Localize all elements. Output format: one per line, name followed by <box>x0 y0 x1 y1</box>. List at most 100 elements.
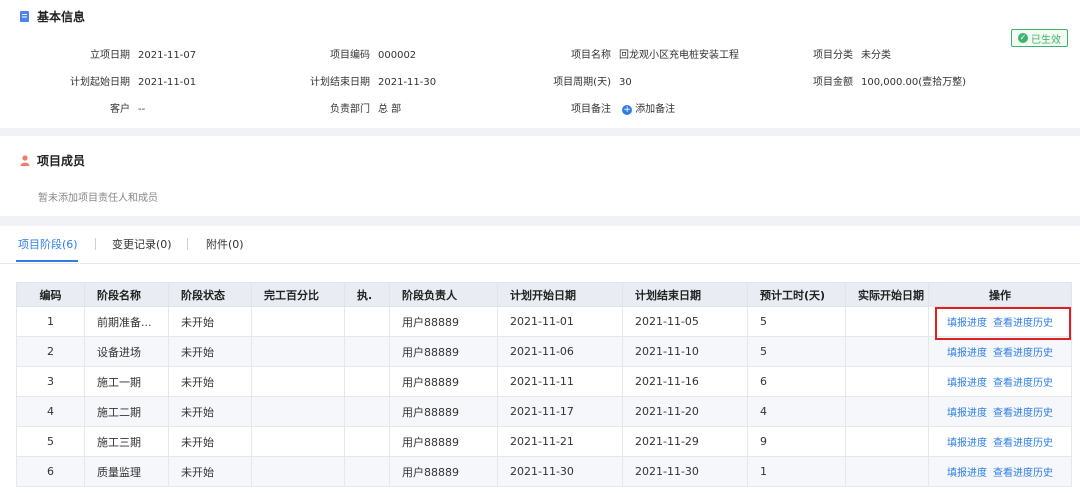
col-header-code: 编码 <box>16 282 85 307</box>
cell-exec <box>344 366 390 397</box>
tab-attachments[interactable]: 附件(0) <box>206 236 244 252</box>
cell-stage-name: 施工二期 <box>84 396 169 427</box>
report-progress-link[interactable]: 填报进度 <box>947 408 987 419</box>
status-badge-text: 已生效 <box>1031 34 1061 46</box>
col-header-stage-status: 阶段状态 <box>168 282 252 307</box>
members-section: 项目成员 暂未添加项目责任人和成员 <box>0 136 1080 216</box>
table-row: 2 设备进场 未开始 用户88889 2021-11-06 2021-11-10 5 填报进度… <box>16 336 1072 367</box>
cell-owner: 用户88889 <box>389 456 498 487</box>
customer-label: 客户 <box>110 104 130 115</box>
cell-completion <box>251 366 345 397</box>
category-label: 项目分类 <box>813 50 853 61</box>
report-progress-link[interactable]: 填报进度 <box>947 378 987 389</box>
category-value: 未分类 <box>861 50 891 61</box>
cell-actual-start <box>845 396 929 427</box>
name-value: 回龙观小区充电桩安装工程 <box>619 50 739 61</box>
col-header-actions: 操作 <box>928 282 1072 307</box>
cell-plan-end: 2021-11-16 <box>622 366 748 397</box>
cell-owner: 用户88889 <box>389 306 498 337</box>
customer-field: 客户 -- <box>60 100 145 115</box>
report-progress-link[interactable]: 填报进度 <box>947 348 987 359</box>
cell-actions: 填报进度 查看进度历史 <box>928 396 1072 427</box>
start-date-field: 立项日期 2021-11-07 <box>60 46 196 61</box>
col-header-completion: 完工百分比 <box>251 282 345 307</box>
cell-owner: 用户88889 <box>389 396 498 427</box>
period-field: 项目周期(天) 30 <box>520 73 632 88</box>
cell-actual-start <box>845 336 929 367</box>
tab-separator <box>187 238 188 250</box>
table-header-row: 编码 阶段名称 阶段状态 完工百分比 执. 阶段负责人 计划开始日期 计划结束日… <box>16 282 1072 307</box>
cell-stage-status: 未开始 <box>168 366 252 397</box>
view-progress-history-link[interactable]: 查看进度历史 <box>993 378 1053 389</box>
cell-actual-start <box>845 426 929 457</box>
cell-completion <box>251 456 345 487</box>
col-header-plan-start: 计划开始日期 <box>497 282 623 307</box>
report-progress-link[interactable]: 填报进度 <box>947 468 987 479</box>
code-value: 000002 <box>378 50 417 61</box>
cell-completion <box>251 306 345 337</box>
cell-stage-name: 施工一期 <box>84 366 169 397</box>
cell-exec <box>344 336 390 367</box>
report-progress-link[interactable]: 填报进度 <box>947 318 987 329</box>
view-progress-history-link[interactable]: 查看进度历史 <box>993 438 1053 449</box>
cell-plan-start: 2021-11-21 <box>497 426 623 457</box>
plus-circle-icon: + <box>622 105 633 115</box>
cell-completion <box>251 396 345 427</box>
report-progress-link[interactable]: 填报进度 <box>947 438 987 449</box>
cell-stage-status: 未开始 <box>168 396 252 427</box>
basic-info-title: 基本信息 <box>20 8 85 25</box>
view-progress-history-link[interactable]: 查看进度历史 <box>993 468 1053 479</box>
cell-code: 3 <box>16 366 85 397</box>
start-date-value: 2021-11-07 <box>138 50 197 61</box>
cell-actions: 填报进度 查看进度历史 <box>928 336 1072 367</box>
table-row: 1 前期准备... 未开始 用户88889 2021-11-01 2021-11-05 5 填… <box>16 306 1072 337</box>
cell-owner: 用户88889 <box>389 426 498 457</box>
plan-end-value: 2021-11-30 <box>378 77 437 88</box>
cell-exec <box>344 306 390 337</box>
view-progress-history-link[interactable]: 查看进度历史 <box>993 318 1053 329</box>
cell-code: 4 <box>16 396 85 427</box>
col-header-exec: 执. <box>344 282 390 307</box>
tab-bar-border <box>0 263 1080 264</box>
cell-code: 6 <box>16 456 85 487</box>
tab-bar: 项目阶段(6) 变更记录(0) 附件(0) <box>0 226 1080 264</box>
period-label: 项目周期(天) <box>553 77 611 88</box>
cell-owner: 用户88889 <box>389 336 498 367</box>
cell-stage-name: 施工三期 <box>84 426 169 457</box>
table-row: 5 施工三期 未开始 用户88889 2021-11-21 2021-11-29 9 填报进度… <box>16 426 1072 457</box>
active-tab-indicator <box>16 260 78 262</box>
cell-exec <box>344 426 390 457</box>
col-header-plan-end: 计划结束日期 <box>622 282 748 307</box>
add-remark-link[interactable]: + 添加备注 <box>622 104 675 115</box>
tab-change-log[interactable]: 变更记录(0) <box>112 236 172 252</box>
view-progress-history-link[interactable]: 查看进度历史 <box>993 408 1053 419</box>
remark-label: 项目备注 <box>571 104 611 115</box>
view-progress-history-link[interactable]: 查看进度历史 <box>993 348 1053 359</box>
cell-est-hours: 6 <box>747 366 846 397</box>
cell-est-hours: 4 <box>747 396 846 427</box>
status-badge: ✓ 已生效 <box>1011 29 1068 47</box>
plan-start-value: 2021-11-01 <box>138 77 197 88</box>
cell-actions: 填报进度 查看进度历史 <box>928 426 1072 457</box>
document-icon <box>20 11 30 22</box>
cell-plan-start: 2021-11-01 <box>497 306 623 337</box>
category-field: 项目分类 未分类 <box>785 46 891 61</box>
cell-plan-start: 2021-11-06 <box>497 336 623 367</box>
plan-end-label: 计划结束日期 <box>310 77 370 88</box>
cell-est-hours: 5 <box>747 306 846 337</box>
customer-value: -- <box>138 104 146 115</box>
cell-actual-start <box>845 366 929 397</box>
cell-exec <box>344 396 390 427</box>
code-field: 项目编码 000002 <box>300 46 416 61</box>
basic-info-section: 基本信息 ✓ 已生效 立项日期 2021-11-07 项目编码 000002 项目名… <box>0 0 1080 128</box>
cell-plan-end: 2021-11-10 <box>622 336 748 367</box>
cell-stage-name: 质量监理 <box>84 456 169 487</box>
amount-value: 100,000.00 <box>861 77 919 88</box>
table-row: 4 施工二期 未开始 用户88889 2021-11-17 2021-11-20 4 填报进度… <box>16 396 1072 427</box>
section-divider <box>0 128 1080 136</box>
code-label: 项目编码 <box>330 50 370 61</box>
cell-completion <box>251 426 345 457</box>
cell-code: 1 <box>16 306 85 337</box>
name-label: 项目名称 <box>571 50 611 61</box>
tab-project-stages[interactable]: 项目阶段(6) <box>18 236 78 252</box>
